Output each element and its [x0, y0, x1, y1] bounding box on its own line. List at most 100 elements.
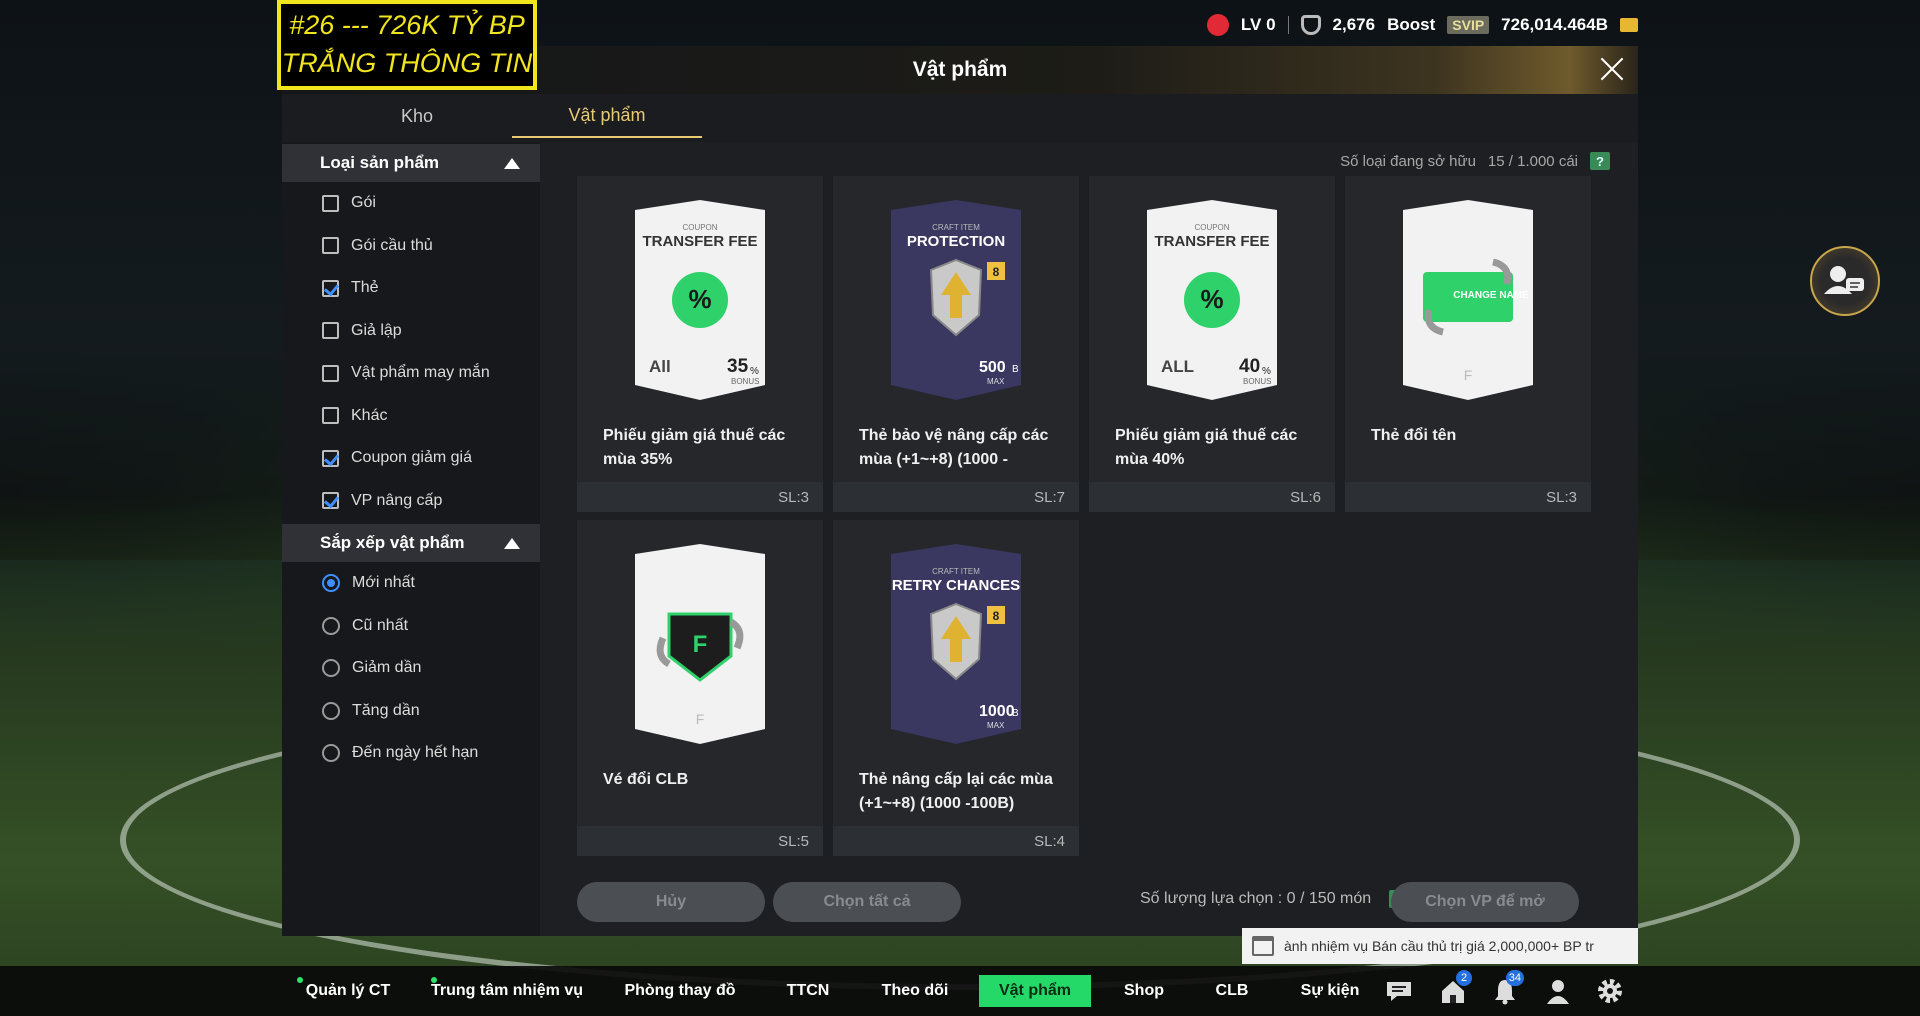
art-right-suffix: %	[1262, 366, 1271, 377]
modal-title: Vật phẩm	[912, 58, 1008, 81]
boost-label[interactable]: Boost	[1387, 15, 1435, 35]
nav-quan-ly-ct[interactable]: Quản lý CT	[297, 975, 393, 1007]
nav-trung-tam-nhiem-vu[interactable]: Trung tâm nhiệm vụ	[431, 975, 583, 1007]
nav-label: Quản lý CT	[305, 982, 391, 999]
art-title: RETRY CHANCES	[892, 577, 1020, 594]
item-card[interactable]: CHANGE NAME F Thẻ đổi tên SL:3	[1345, 176, 1591, 512]
item-quantity: SL:3	[778, 488, 809, 506]
item-name: Thẻ đổi tên	[1371, 427, 1457, 444]
tab-vat-pham[interactable]: Vật phẩm	[512, 94, 702, 138]
percent-coupon-icon: COUPON TRANSFER FEE % ALL 40 % BONUS	[1147, 200, 1277, 400]
profile-icon[interactable]	[1543, 976, 1573, 1006]
home-badge: 2	[1456, 970, 1472, 986]
item-card[interactable]: CRAFT ITEM RETRY CHANCES 8 1000 B MAX Th…	[833, 520, 1079, 856]
filter-option[interactable]: Gói cầu thủ	[282, 225, 540, 268]
nav-shop[interactable]: Shop	[1116, 975, 1172, 1007]
checkbox-checked[interactable]	[322, 449, 339, 467]
help-icon[interactable]: ?	[1590, 152, 1610, 170]
item-card[interactable]: COUPON TRANSFER FEE % ALL 40 % BONUS Phi…	[1089, 176, 1335, 512]
tab-kho[interactable]: Kho	[322, 94, 512, 138]
bell-icon[interactable]: 34	[1490, 970, 1524, 1006]
filter-option[interactable]: Coupon giảm giá	[282, 437, 540, 480]
nav-su-kien[interactable]: Sự kiện	[1295, 975, 1365, 1007]
art-title: TRANSFER FEE	[642, 233, 757, 250]
settings-gear-icon[interactable]	[1595, 976, 1625, 1006]
filter-option[interactable]: Thẻ	[282, 267, 540, 310]
filter-option-label: VP nâng cấp	[351, 491, 443, 509]
svip-badge[interactable]: SVIP	[1447, 16, 1490, 34]
sort-option[interactable]: Mới nhất	[282, 562, 540, 605]
art-right-suffix: B	[1012, 364, 1019, 375]
nav-ttcn[interactable]: TTCN	[778, 975, 838, 1007]
sort-option-label: Cũ nhất	[352, 616, 409, 634]
friends-chat-button[interactable]	[1810, 246, 1880, 316]
close-button[interactable]	[1594, 52, 1630, 88]
collapse-triangle-icon	[504, 537, 520, 549]
sort-option[interactable]: Cũ nhất	[282, 605, 540, 648]
radio[interactable]	[322, 659, 340, 678]
radio[interactable]	[322, 616, 340, 635]
sort-option[interactable]: Đến ngày hết hạn	[282, 732, 540, 775]
filter-option[interactable]: Vật phẩm may mắn	[282, 352, 540, 395]
level-face-icon	[1206, 14, 1229, 36]
selection-count: Số lượng lựa chọn : 0 / 150 món ?	[1140, 890, 1410, 908]
item-card[interactable]: CRAFT ITEM PROTECTION 8 500 B MAX Thẻ bả…	[833, 176, 1079, 512]
filter-sidebar: Loại sản phẩm Gói Gói cầu thủ Thẻ Giả lập Vậ…	[282, 142, 540, 936]
radio[interactable]	[322, 701, 340, 720]
item-quantity-bar: SL:3	[1345, 482, 1591, 512]
art-small-title: COUPON	[1194, 223, 1229, 232]
items-content: Số loại đang sở hữu 15 / 1.000 cái ? COU…	[540, 142, 1638, 936]
filter-option[interactable]: VP nâng cấp	[282, 480, 540, 523]
item-card[interactable]: COUPON TRANSFER FEE % All 35 % BONUS Phi…	[577, 176, 823, 512]
art-right: 1000	[979, 703, 1015, 720]
art-left: ALL	[1161, 357, 1194, 376]
filter-option[interactable]: Giả lập	[282, 310, 540, 353]
item-grid: COUPON TRANSFER FEE % All 35 % BONUS Phi…	[577, 176, 1591, 856]
nav-theo-doi[interactable]: Theo dõi	[875, 975, 955, 1007]
filter-option[interactable]: Khác	[282, 395, 540, 438]
bp-coin-icon	[1620, 18, 1638, 32]
mission-notice[interactable]: ành nhiệm vụ Bán cầu thủ trị giá 2,000,0…	[1242, 928, 1638, 964]
item-quantity-bar: SL:5	[577, 826, 823, 856]
filter-option[interactable]: Gói	[282, 182, 540, 225]
filter-option-label: Thẻ	[351, 279, 379, 297]
art-badge: 8	[993, 609, 1000, 623]
home-icon[interactable]: 2	[1438, 970, 1472, 1006]
item-quantity-bar: SL:6	[1089, 482, 1335, 512]
sort-option[interactable]: Tăng dần	[282, 690, 540, 733]
checkbox[interactable]	[322, 237, 339, 255]
checkbox[interactable]	[322, 194, 339, 212]
item-name: Phiếu giảm giá thuế các mùa 40%	[1115, 427, 1298, 468]
item-card[interactable]: F F Vé đổi CLB SL:5	[577, 520, 823, 856]
checkbox-checked[interactable]	[322, 492, 339, 510]
cancel-button[interactable]: Hủy	[577, 882, 765, 922]
sort-header[interactable]: Sắp xếp vật phẩm	[282, 524, 540, 562]
select-all-button[interactable]: Chọn tất cả	[773, 882, 961, 922]
radio[interactable]	[322, 744, 340, 763]
nav-vat-pham[interactable]: Vật phẩm	[979, 975, 1091, 1007]
radio-selected[interactable]	[322, 574, 340, 593]
sort-options: Mới nhất Cũ nhất Giảm dần Tăng dần Đến ngày …	[282, 562, 540, 775]
svg-text:F: F	[1464, 367, 1473, 383]
sort-option[interactable]: Giảm dần	[282, 647, 540, 690]
art-badge: 8	[993, 265, 1000, 279]
item-quantity: SL:7	[1034, 488, 1065, 506]
shield-value: 2,676	[1332, 15, 1376, 34]
nav-clb[interactable]: CLB	[1206, 975, 1258, 1007]
checkbox[interactable]	[322, 407, 339, 425]
name-change-icon: CHANGE NAME F	[1403, 200, 1533, 400]
item-quantity-bar: SL:3	[577, 482, 823, 512]
item-quantity-bar: SL:7	[833, 482, 1079, 512]
checkbox[interactable]	[322, 364, 339, 382]
product-type-header[interactable]: Loại sản phẩm	[282, 144, 540, 182]
art-right: 35	[727, 356, 749, 377]
checkbox[interactable]	[322, 322, 339, 340]
open-selected-button[interactable]: Chọn VP để mở	[1391, 882, 1579, 922]
bell-badge: 34	[1505, 970, 1524, 986]
checkbox-checked[interactable]	[322, 279, 339, 297]
sort-option-label: Mới nhất	[352, 574, 415, 592]
nav-phong-thay-do[interactable]: Phòng thay đồ	[620, 975, 740, 1007]
chat-icon[interactable]	[1384, 976, 1414, 1006]
filter-option-label: Gói cầu thủ	[351, 236, 433, 254]
owned-value: 15 / 1.000 cái	[1487, 152, 1578, 170]
